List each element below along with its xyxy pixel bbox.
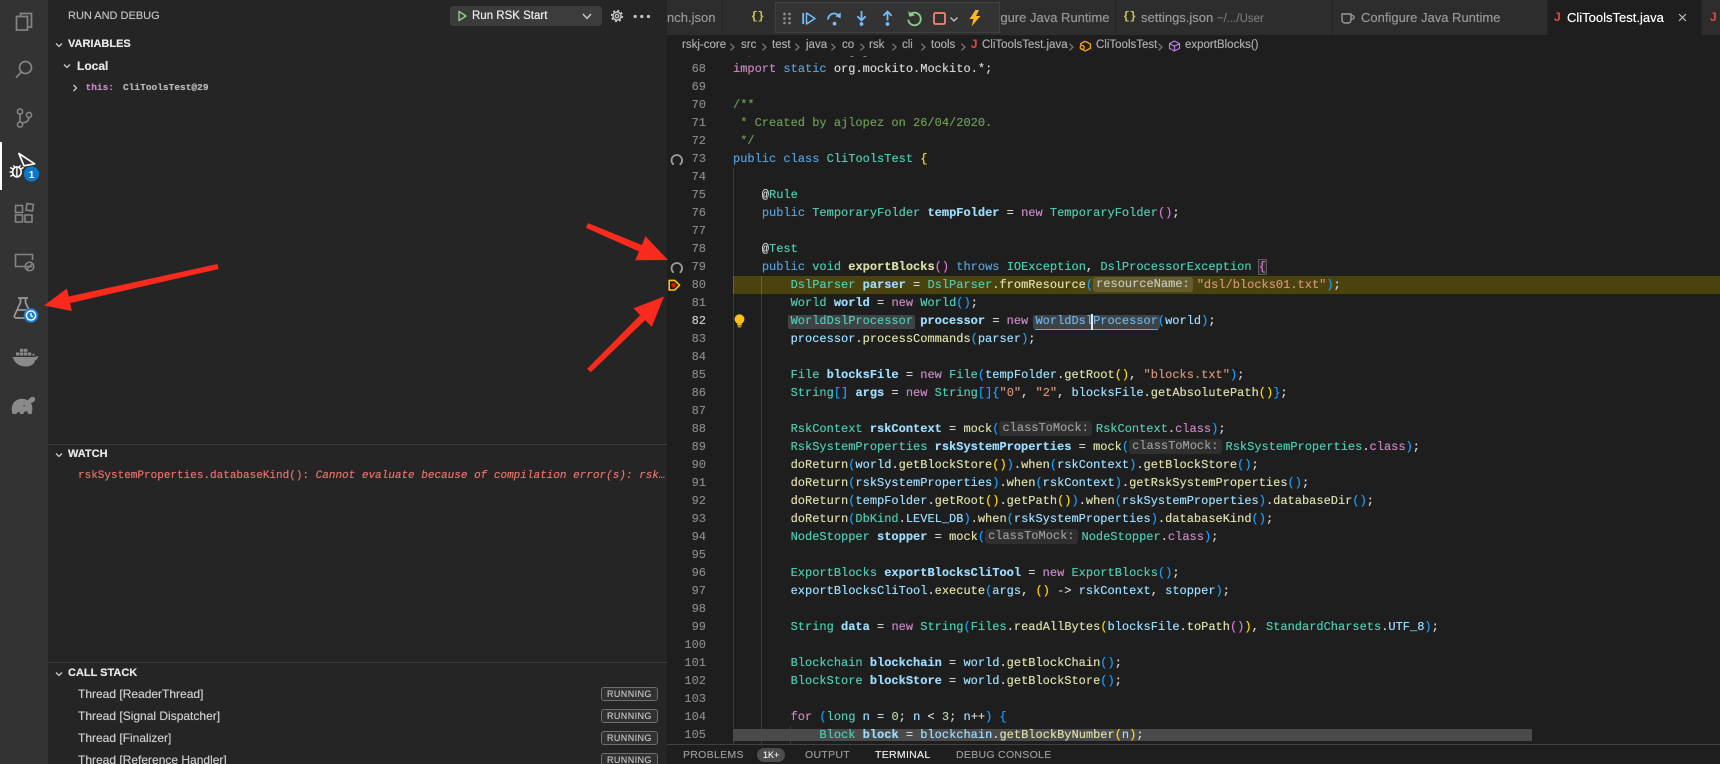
svg-text:1: 1	[29, 169, 35, 181]
